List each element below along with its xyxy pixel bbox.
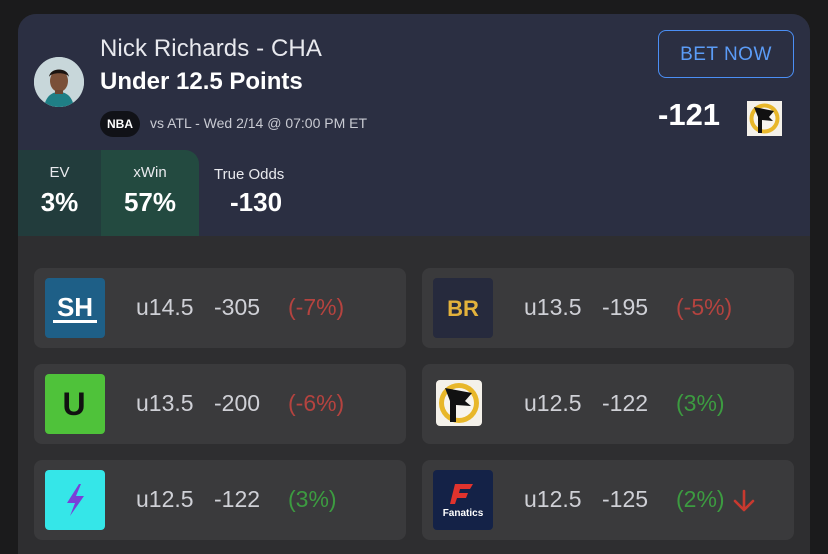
- book-diff: (-5%): [676, 294, 733, 320]
- book-row[interactable]: U u13.5 -200 (-6%): [34, 364, 406, 444]
- book-line: u13.5: [524, 294, 582, 320]
- book-odds: -305: [214, 294, 261, 320]
- player-avatar: [34, 57, 84, 107]
- book-row[interactable]: Fanatics u12.5 -125 (2%): [422, 460, 794, 540]
- sh-logo: SH: [45, 278, 105, 338]
- player-name: Nick Richards - CHA: [100, 35, 322, 62]
- fanatics-logo: Fanatics: [433, 470, 493, 530]
- flag-book-logo: [436, 380, 482, 426]
- book-odds: -195: [602, 294, 649, 320]
- br-logo: BR: [433, 278, 493, 338]
- card-header: Nick Richards - CHA Under 12.5 Points NB…: [18, 14, 810, 236]
- book-row[interactable]: u12.5 -122 (3%): [34, 460, 406, 540]
- book-odds: -200: [214, 390, 261, 416]
- lightning-book-logo: [45, 470, 105, 530]
- book-diff: (-6%): [288, 390, 345, 416]
- book-line: u12.5: [524, 390, 582, 416]
- svg-text:SH: SH: [57, 292, 93, 322]
- true-odds-label: True Odds: [214, 166, 285, 183]
- book-diff: (2%): [676, 486, 725, 512]
- flag-book-icon[interactable]: [747, 101, 782, 136]
- book-odds: -125: [602, 486, 649, 512]
- bet-now-button[interactable]: BET NOW: [658, 30, 794, 78]
- true-odds-value: -130: [230, 187, 283, 217]
- book-row[interactable]: u12.5 -122 (3%): [422, 364, 794, 444]
- book-line: u14.5: [136, 294, 194, 320]
- ev-value: 3%: [40, 187, 79, 217]
- book-diff: (3%): [676, 390, 725, 416]
- book-line: u12.5: [524, 486, 582, 512]
- prop-card: Nick Richards - CHA Under 12.5 Points NB…: [18, 14, 810, 554]
- game-info: vs ATL - Wed 2/14 @ 07:00 PM ET: [150, 115, 368, 131]
- svg-text:Fanatics: Fanatics: [443, 508, 484, 519]
- xwin-label: xWin: [133, 164, 167, 181]
- book-diff: (3%): [288, 486, 337, 512]
- book-row[interactable]: SH u14.5 -305 (-7%): [34, 268, 406, 348]
- market-title: Under 12.5 Points: [100, 68, 303, 95]
- svg-text:U: U: [62, 386, 85, 422]
- true-odds-stat: True Odds -130: [214, 150, 304, 236]
- u-logo: U: [45, 374, 105, 434]
- league-badge: NBA: [100, 111, 140, 137]
- svg-text:BR: BR: [447, 296, 479, 321]
- xwin-stat: xWin 57%: [101, 150, 199, 236]
- book-odds: -122: [214, 486, 261, 512]
- ev-stat: EV 3%: [18, 150, 101, 236]
- book-diff: (-7%): [288, 294, 345, 320]
- book-row[interactable]: BR u13.5 -195 (-5%): [422, 268, 794, 348]
- book-line: u13.5: [136, 390, 194, 416]
- book-line: u12.5: [136, 486, 194, 512]
- best-price: -121: [658, 97, 721, 132]
- down-arrow-icon: [733, 489, 755, 512]
- xwin-value: 57%: [123, 187, 177, 217]
- ev-label: EV: [49, 164, 70, 181]
- book-odds: -122: [602, 390, 649, 416]
